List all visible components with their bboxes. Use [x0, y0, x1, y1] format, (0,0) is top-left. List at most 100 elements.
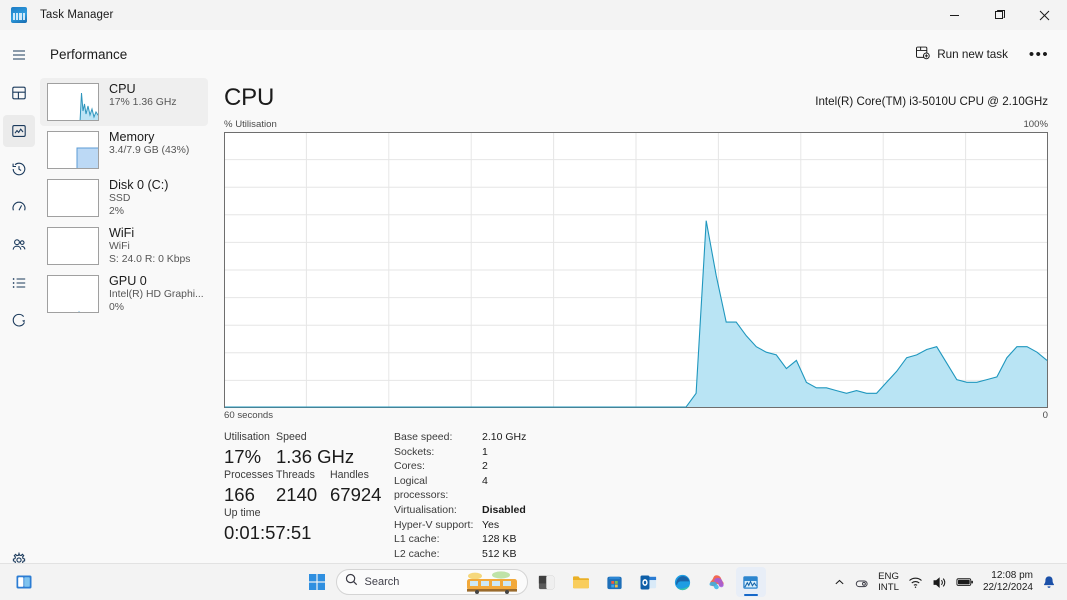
taskbar-apps: Search — [302, 567, 766, 597]
sidebar-item-details[interactable] — [3, 267, 35, 299]
stat-value: 0:01:57:51 — [224, 521, 311, 544]
minimize-button[interactable] — [932, 0, 977, 30]
list-item-cpu[interactable]: CPU 17% 1.36 GHz — [40, 78, 208, 126]
spec-value: 1 — [482, 445, 488, 460]
clock[interactable]: 12:08 pm 22/12/2024 — [983, 570, 1033, 594]
page-header: Performance Run new task ••• — [38, 30, 1067, 78]
stat-speed: Speed 1.36 GHz — [276, 430, 376, 468]
tray-hidden-app-icon[interactable] — [854, 575, 869, 590]
list-item-text: Memory 3.4/7.9 GB (43%) — [109, 129, 189, 158]
stat-label: Speed — [276, 430, 376, 445]
spec-key: Logical processors: — [394, 474, 482, 503]
y-axis-label: % Utilisation — [224, 119, 277, 130]
start-button[interactable] — [302, 567, 332, 597]
spec-key: Cores: — [394, 459, 482, 474]
stats-row-1: Utilisation 17% Speed 1.36 GHz — [224, 430, 384, 468]
show-desktop-icon[interactable] — [9, 567, 39, 597]
cpu-stats: Utilisation 17% Speed 1.36 GHz Processes… — [218, 421, 1067, 576]
language-indicator[interactable]: ENG INTL — [878, 571, 899, 594]
chart-x-axis-labels: 60 seconds 0 — [218, 408, 1067, 421]
stat-label: Threads — [276, 468, 330, 483]
hamburger-menu-icon[interactable] — [3, 39, 35, 71]
list-item-text: GPU 0 Intel(R) HD Graphi... 0% — [109, 273, 204, 314]
widgets-icon[interactable] — [532, 567, 562, 597]
stat-value: 2140 — [276, 483, 330, 506]
run-new-task-button[interactable]: Run new task — [906, 39, 1017, 69]
clock-date: 22/12/2024 — [983, 582, 1033, 594]
sidebar-item-performance[interactable] — [3, 115, 35, 147]
task-manager-icon — [11, 7, 27, 23]
sidebar-item-services[interactable] — [3, 305, 35, 337]
stat-uptime: Up time 0:01:57:51 — [224, 506, 311, 544]
maximize-restore-button[interactable] — [977, 0, 1022, 30]
spec-value: 2 — [482, 459, 488, 474]
stat-processes: Processes 166 — [224, 468, 276, 506]
sidebar-item-users[interactable] — [3, 229, 35, 261]
run-new-task-label: Run new task — [937, 48, 1008, 61]
cpu-chart-svg — [224, 132, 1048, 408]
cpu-utilisation-chart[interactable] — [224, 132, 1048, 408]
list-item-sub1: 17% 1.36 GHz — [109, 97, 177, 110]
copilot-icon[interactable] — [702, 567, 732, 597]
memory-thumbnail — [47, 131, 99, 169]
spec-row: Virtualisation:Disabled — [394, 503, 526, 518]
list-item-wifi[interactable]: WiFi WiFi S: 24.0 R: 0 Kbps — [40, 222, 208, 270]
list-item-memory[interactable]: Memory 3.4/7.9 GB (43%) — [40, 126, 208, 174]
list-item-sub1: WiFi — [109, 241, 190, 254]
sidebar-item-processes[interactable] — [3, 77, 35, 109]
stat-label: Handles — [330, 468, 384, 483]
cpu-specs: Base speed:2.10 GHzSockets:1Cores:2Logic… — [394, 430, 526, 576]
cpu-model-name: Intel(R) Core(TM) i3-5010U CPU @ 2.10GHz — [815, 95, 1048, 108]
cpu-detail-panel: CPU Intel(R) Core(TM) i3-5010U CPU @ 2.1… — [218, 78, 1067, 563]
list-item-title: Memory — [109, 130, 189, 145]
spec-key: Sockets: — [394, 445, 482, 460]
wifi-icon[interactable] — [908, 575, 923, 590]
task-manager-window: Task Manager — [0, 0, 1067, 600]
list-item-text: WiFi WiFi S: 24.0 R: 0 Kbps — [109, 225, 190, 266]
spec-key: L1 cache: — [394, 532, 482, 547]
cpu-heading: CPU — [224, 84, 274, 112]
list-item-text: CPU 17% 1.36 GHz — [109, 81, 177, 110]
disk-thumbnail — [47, 179, 99, 217]
search-input[interactable]: Search — [336, 569, 528, 595]
show-desktop-area — [0, 567, 48, 597]
spec-row: L1 cache:128 KB — [394, 532, 526, 547]
list-item-disk-0[interactable]: Disk 0 (C:) SSD 2% — [40, 174, 208, 222]
spec-row: Sockets:1 — [394, 445, 526, 460]
file-explorer-icon[interactable] — [566, 567, 596, 597]
x-axis-left: 60 seconds — [224, 410, 273, 421]
list-item-sub1: 3.4/7.9 GB (43%) — [109, 145, 189, 158]
list-item-gpu-0[interactable]: GPU 0 Intel(R) HD Graphi... 0% — [40, 270, 208, 318]
stat-value: 67924 — [330, 483, 384, 506]
stat-threads: Threads 2140 — [276, 468, 330, 506]
header-actions: Run new task ••• — [906, 30, 1067, 78]
task-manager-taskbar-icon[interactable] — [736, 567, 766, 597]
language-line-2: INTL — [878, 582, 899, 594]
list-item-title: Disk 0 (C:) — [109, 178, 168, 193]
cpu-header: CPU Intel(R) Core(TM) i3-5010U CPU @ 2.1… — [218, 78, 1067, 112]
spec-key: Hyper-V support: — [394, 518, 482, 533]
close-button[interactable] — [1022, 0, 1067, 30]
search-icon — [345, 573, 358, 591]
language-line-1: ENG — [878, 571, 899, 583]
edge-icon[interactable] — [668, 567, 698, 597]
microsoft-store-icon[interactable] — [600, 567, 630, 597]
stat-label: Up time — [224, 506, 311, 521]
cpu-stats-primary: Utilisation 17% Speed 1.36 GHz Processes… — [224, 430, 384, 576]
cpu-thumbnail — [47, 83, 99, 121]
spec-row: Logical processors:4 — [394, 474, 526, 503]
window-title: Task Manager — [40, 9, 113, 21]
sidebar-item-startup-apps[interactable] — [3, 191, 35, 223]
spec-value: 128 KB — [482, 532, 516, 547]
volume-icon[interactable] — [932, 575, 947, 590]
tray-chevron-icon[interactable] — [834, 577, 845, 588]
spec-value: 4 — [482, 474, 488, 503]
sidebar-item-app-history[interactable] — [3, 153, 35, 185]
notifications-bell-icon[interactable] — [1042, 575, 1056, 590]
list-item-sub2: 0% — [109, 302, 204, 315]
more-options-button[interactable]: ••• — [1023, 39, 1055, 69]
battery-icon[interactable] — [956, 576, 974, 588]
run-new-task-icon — [915, 45, 930, 63]
spec-value: Yes — [482, 518, 499, 533]
outlook-icon[interactable] — [634, 567, 664, 597]
